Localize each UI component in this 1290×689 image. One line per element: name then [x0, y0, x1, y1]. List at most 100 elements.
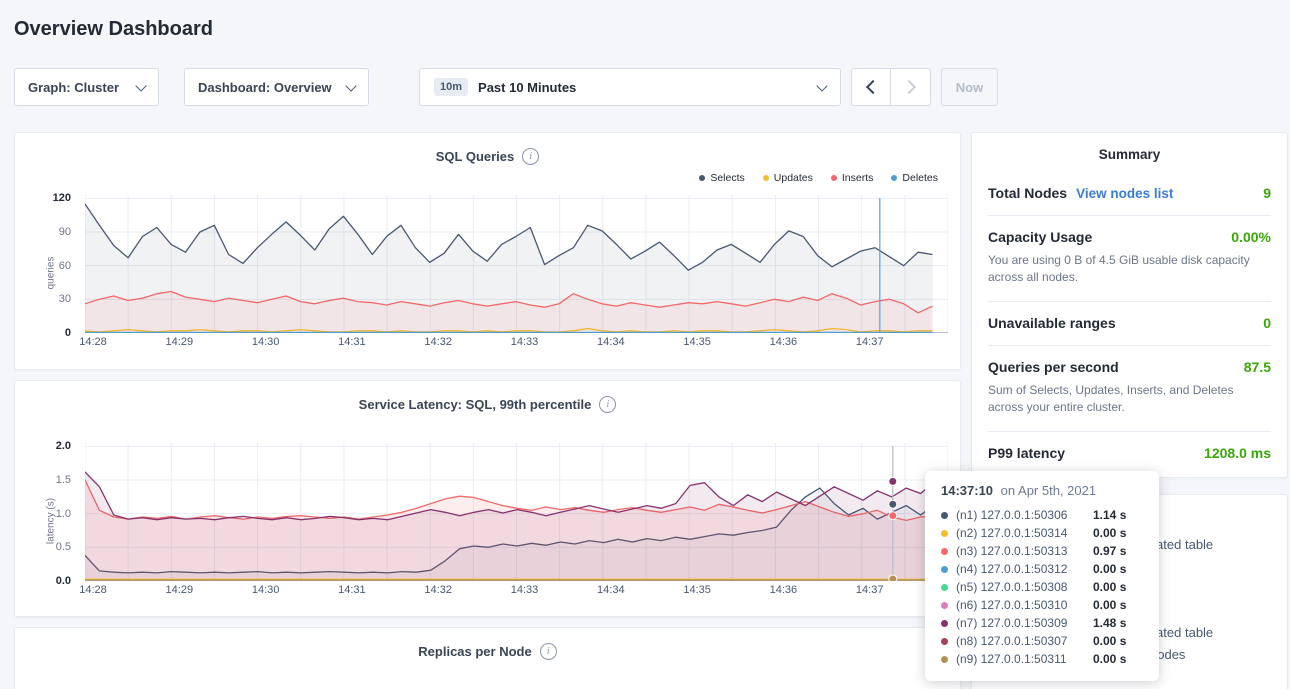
- service-latency-plot[interactable]: 14:2814:2914:3014:3114:3214:3314:3414:35…: [85, 443, 946, 598]
- event-subtext: nodes: [1150, 647, 1271, 663]
- queries-per-second-description: Sum of Selects, Updates, Inserts, and De…: [988, 382, 1271, 417]
- legend-dot-icon: [763, 175, 769, 181]
- sql-queries-title: SQL Queries: [436, 149, 515, 164]
- tooltip-node-name: (n6) 127.0.0.1:50310: [956, 598, 1093, 612]
- legend-dot-icon: [699, 175, 705, 181]
- service-latency-title: Service Latency: SQL, 99th percentile: [359, 397, 592, 412]
- replicas-per-node-info-icon[interactable]: i: [540, 643, 557, 660]
- service-latency-info-icon[interactable]: i: [599, 396, 616, 413]
- x-tick-label: 14:36: [770, 584, 798, 596]
- chevron-down-icon: [345, 80, 356, 91]
- p99-latency-value: 1208.0 ms: [1204, 445, 1271, 461]
- y-tick-label: 1.5: [56, 474, 71, 486]
- total-nodes-label: Total Nodes: [988, 185, 1067, 201]
- legend-dot-icon: [831, 175, 837, 181]
- x-tick-label: 14:31: [338, 584, 366, 596]
- summary-row-p99-latency: P99 latency 1208.0 ms: [988, 431, 1271, 475]
- chevron-left-icon: [865, 80, 879, 94]
- tooltip-node-value: 0.00 s: [1093, 580, 1126, 594]
- graph-dropdown[interactable]: Graph: Cluster: [14, 68, 159, 106]
- y-tick-label: 90: [59, 226, 71, 238]
- x-tick-label: 14:37: [856, 336, 884, 348]
- legend-dot-icon: [891, 175, 897, 181]
- replicas-per-node-title: Replicas per Node: [418, 644, 531, 659]
- sql-queries-info-icon[interactable]: i: [522, 148, 539, 165]
- capacity-usage-label: Capacity Usage: [988, 229, 1092, 245]
- tooltip-node-row: (n2) 127.0.0.1:503140.00 s: [941, 524, 1143, 542]
- node-series-dot-icon: [941, 530, 948, 537]
- chevron-down-icon: [816, 80, 827, 91]
- y-tick-label: 120: [53, 192, 71, 204]
- node-series-dot-icon: [941, 602, 948, 609]
- y-tick-label: 0.5: [56, 541, 71, 553]
- dashboard-dropdown[interactable]: Dashboard: Overview: [184, 68, 369, 106]
- x-tick-label: 14:30: [252, 336, 280, 348]
- sql-queries-plot[interactable]: 14:2814:2914:3014:3114:3214:3314:3414:35…: [85, 195, 946, 350]
- replicas-per-node-card: Replicas per Node i: [14, 627, 961, 689]
- x-tick-label: 14:31: [338, 336, 366, 348]
- summary-row-total-nodes: Total Nodes View nodes list 9: [988, 172, 1271, 215]
- tooltip-node-value: 0.00 s: [1093, 652, 1126, 666]
- tooltip-node-value: 1.48 s: [1093, 616, 1126, 630]
- plot-row: latency (s) 0.00.51.01.52.0 14:2814:2914…: [29, 443, 946, 598]
- legend-item: Updates: [763, 172, 813, 184]
- tooltip-node-name: (n8) 127.0.0.1:50307: [956, 634, 1093, 648]
- service-latency-chart[interactable]: [85, 443, 948, 581]
- time-pager: [851, 68, 931, 106]
- chevron-right-icon: [902, 80, 916, 94]
- now-button[interactable]: Now: [941, 68, 998, 106]
- legend-item: Inserts: [831, 172, 874, 184]
- sql-queries-chart[interactable]: [85, 195, 948, 333]
- x-tick-label: 14:36: [770, 336, 798, 348]
- unavailable-ranges-label: Unavailable ranges: [988, 315, 1116, 331]
- service-latency-legend: [29, 419, 946, 433]
- page-title: Overview Dashboard: [0, 0, 1290, 42]
- y-axis-labels: 0.00.51.01.52.0: [29, 443, 79, 581]
- queries-per-second-value: 87.5: [1244, 359, 1271, 375]
- tooltip-node-row: (n3) 127.0.0.1:503130.97 s: [941, 542, 1143, 560]
- x-tick-label: 14:35: [683, 336, 711, 348]
- summary-panel: Summary Total Nodes View nodes list 9 Ca…: [971, 132, 1288, 478]
- x-axis-labels: 14:2814:2914:3014:3114:3214:3314:3414:35…: [85, 336, 946, 350]
- tooltip-node-row: (n4) 127.0.0.1:503120.00 s: [941, 560, 1143, 578]
- sql-queries-card: SQL Queries i SelectsUpdatesInsertsDelet…: [14, 132, 961, 370]
- y-tick-label: 2.0: [56, 440, 71, 452]
- tooltip-node-row: (n9) 127.0.0.1:503110.00 s: [941, 650, 1143, 668]
- node-series-dot-icon: [941, 620, 948, 627]
- tooltip-node-row: (n5) 127.0.0.1:503080.00 s: [941, 578, 1143, 596]
- overview-dashboard-page: Overview Dashboard Graph: Cluster Dashbo…: [0, 0, 1290, 689]
- tooltip-rows: (n1) 127.0.0.1:503061.14 s(n2) 127.0.0.1…: [941, 506, 1143, 668]
- sql-queries-legend: SelectsUpdatesInsertsDeletes: [29, 171, 946, 185]
- tooltip-node-value: 0.97 s: [1093, 544, 1126, 558]
- x-axis-labels: 14:2814:2914:3014:3114:3214:3314:3414:35…: [85, 584, 946, 598]
- node-series-dot-icon: [941, 584, 948, 591]
- capacity-usage-description: You are using 0 B of 4.5 GiB usable disk…: [988, 252, 1271, 287]
- x-tick-label: 14:29: [166, 336, 194, 348]
- total-nodes-value: 9: [1263, 185, 1271, 201]
- x-tick-label: 14:34: [597, 584, 625, 596]
- tooltip-time: 14:37:10: [941, 483, 993, 498]
- time-next-button[interactable]: [891, 68, 931, 106]
- summary-row-capacity-usage: Capacity Usage 0.00% You are using 0 B o…: [988, 215, 1271, 301]
- tooltip-node-name: (n9) 127.0.0.1:50311: [956, 652, 1093, 666]
- node-series-dot-icon: [941, 656, 948, 663]
- tooltip-node-row: (n8) 127.0.0.1:503070.00 s: [941, 632, 1143, 650]
- view-nodes-list-link[interactable]: View nodes list: [1076, 186, 1173, 201]
- capacity-usage-value: 0.00%: [1231, 229, 1271, 245]
- chart-head: Service Latency: SQL, 99th percentile i: [29, 381, 946, 413]
- charts-column: SQL Queries i SelectsUpdatesInsertsDelet…: [14, 132, 961, 689]
- summary-title: Summary: [988, 147, 1271, 162]
- tooltip-node-value: 0.00 s: [1093, 526, 1126, 540]
- y-tick-label: 0.0: [56, 575, 71, 587]
- tooltip-node-name: (n5) 127.0.0.1:50308: [956, 580, 1093, 594]
- tooltip-header: 14:37:10 on Apr 5th, 2021: [941, 483, 1143, 498]
- time-prev-button[interactable]: [851, 68, 891, 106]
- tooltip-node-name: (n2) 127.0.0.1:50314: [956, 526, 1093, 540]
- time-range-label: Past 10 Minutes: [478, 80, 576, 95]
- chart-head: SQL Queries i: [29, 133, 946, 165]
- dashboard-dropdown-label: Dashboard: Overview: [198, 80, 332, 95]
- time-range-picker[interactable]: 10m Past 10 Minutes: [419, 68, 841, 106]
- x-tick-label: 14:28: [79, 584, 107, 596]
- x-tick-label: 14:34: [597, 336, 625, 348]
- y-tick-label: 60: [59, 260, 71, 272]
